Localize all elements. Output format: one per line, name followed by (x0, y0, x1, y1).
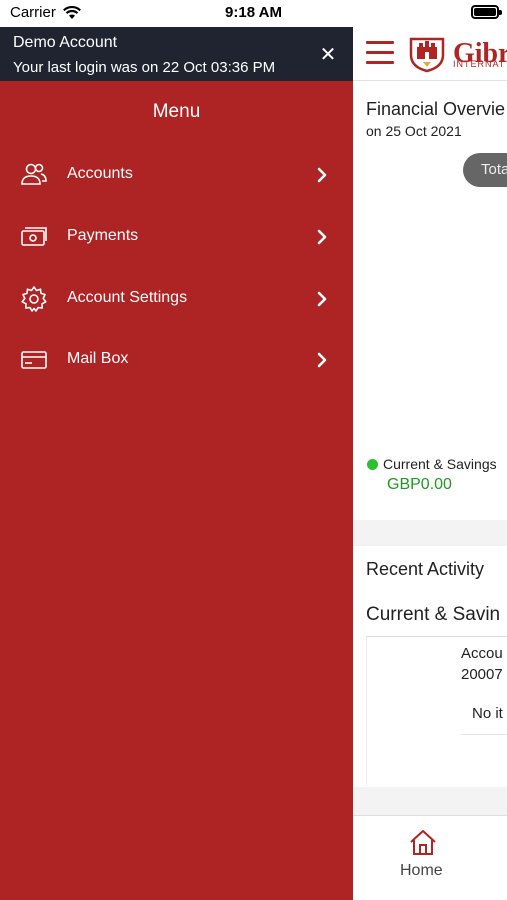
financial-overview-title: Financial Overvie (366, 99, 506, 119)
menu-item-accounts[interactable]: Accounts (0, 151, 353, 199)
hamburger-menu-icon[interactable] (366, 41, 394, 65)
menu-item-label: Mail Box (67, 350, 129, 367)
screen: Carrier 9:18 AM Gibr INTERNAT Financial … (0, 0, 507, 900)
card-divider (461, 734, 507, 735)
chevron-right-icon (317, 229, 327, 245)
menu-item-account-settings[interactable]: Account Settings (0, 275, 353, 323)
chevron-right-icon (317, 352, 327, 368)
total-toggle-button[interactable]: Tota (463, 153, 507, 187)
users-icon (21, 163, 47, 185)
tab-home-label[interactable]: Home (400, 862, 443, 880)
battery-icon (471, 5, 502, 19)
recent-activity-title: Recent Activity (366, 559, 485, 579)
home-icon[interactable] (408, 828, 438, 856)
account-label: Accou (461, 645, 503, 662)
section-divider-bottom (353, 787, 507, 815)
chevron-right-icon (317, 167, 327, 183)
status-time: 9:18 AM (225, 4, 282, 21)
financial-overview-date: on 25 Oct 2021 (366, 123, 462, 139)
account-number: 20007 (461, 666, 503, 683)
legend-dot (367, 459, 378, 470)
chevron-right-icon (317, 291, 327, 307)
status-bar: Carrier 9:18 AM (0, 0, 507, 27)
last-login-text: Your last login was on 22 Oct 03:36 PM (13, 59, 276, 76)
section-divider (353, 520, 507, 546)
menu-title: Menu (152, 101, 201, 122)
current-savings-title: Current & Savin (366, 604, 501, 625)
menu-item-label: Account Settings (67, 289, 188, 306)
brand-subtitle: INTERNAT (453, 59, 506, 69)
card-icon (21, 351, 47, 369)
account-name: Demo Account (13, 34, 118, 51)
side-drawer: Demo Account Your last login was on 22 O… (0, 27, 353, 900)
cash-icon (21, 227, 47, 246)
menu-item-payments[interactable]: Payments (0, 213, 353, 261)
app-header: Gibr INTERNAT (353, 27, 507, 81)
gear-icon (21, 286, 47, 312)
background-app: Gibr INTERNAT Financial Overvie on 25 Oc… (353, 27, 507, 900)
menu-item-label: Payments (67, 227, 139, 244)
crest-icon (409, 37, 445, 73)
legend-label: Current & Savings (383, 456, 497, 472)
menu-item-label: Accounts (67, 165, 133, 182)
legend-value: GBP0.00 (387, 476, 452, 493)
close-icon[interactable]: ✕ (318, 45, 338, 65)
tab-bar: Home (353, 815, 507, 900)
drawer-header: Demo Account Your last login was on 22 O… (0, 27, 353, 81)
no-items-text: No it (472, 705, 503, 722)
menu-item-mail-box[interactable]: Mail Box (0, 336, 353, 384)
